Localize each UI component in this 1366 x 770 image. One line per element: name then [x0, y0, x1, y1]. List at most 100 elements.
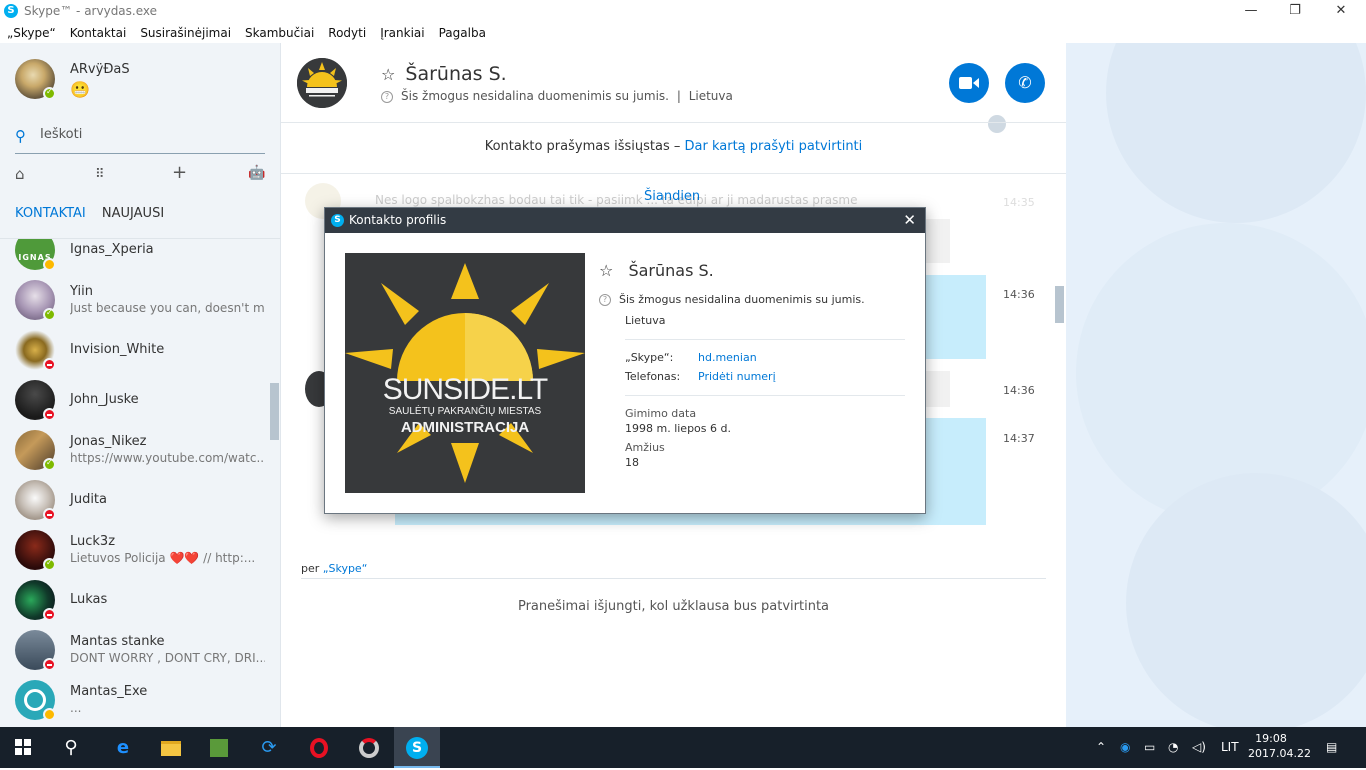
refresh-app-icon: ⟳	[261, 737, 277, 758]
folder-icon	[161, 740, 181, 756]
contact-avatar	[15, 580, 56, 621]
my-avatar[interactable]	[15, 59, 56, 100]
contact-name: Ignas_Xperia	[70, 242, 154, 257]
search-input[interactable]: Ieškoti	[40, 127, 82, 142]
menu-contacts[interactable]: Kontaktai	[70, 26, 127, 40]
my-mood[interactable]: 😬	[70, 80, 90, 99]
message-time: 14:36	[1003, 384, 1035, 397]
age-label: Amžius	[625, 441, 665, 454]
via-label: per	[301, 562, 320, 575]
chat-scrollbar[interactable]	[1055, 286, 1064, 323]
menu-view[interactable]: Rodyti	[328, 26, 366, 40]
opera-button[interactable]	[296, 727, 342, 768]
dialog-close-button[interactable]: ✕	[903, 208, 916, 233]
menu-calls[interactable]: Skambučiai	[245, 26, 314, 40]
contact-request-banner: Kontakto prašymas išsiųstas – Dar kartą …	[281, 139, 1066, 154]
tab-recent[interactable]: NAUJAUSI	[102, 206, 164, 221]
message-bubble	[926, 371, 950, 407]
windows-logo-icon	[15, 739, 31, 755]
via-skype: per „Skype“	[301, 562, 367, 575]
menu-conversations[interactable]: Susirašinėjimai	[140, 26, 231, 40]
birthdate-label: Gimimo data	[625, 407, 697, 420]
minimize-button[interactable]: —	[1228, 0, 1274, 22]
separator: |	[676, 89, 681, 103]
edge-button[interactable]: e	[100, 727, 146, 768]
app-button[interactable]	[346, 727, 392, 768]
start-button[interactable]	[0, 727, 46, 768]
wifi-icon[interactable]: ◔	[1168, 727, 1178, 768]
phone-icon: ✆	[1018, 73, 1032, 92]
battery-icon[interactable]: ▭	[1144, 727, 1155, 768]
notifications-disabled-notice: Pranešimai išjungti, kol užklausa bus pa…	[517, 599, 830, 614]
contact-item[interactable]: Judita	[0, 475, 270, 525]
menu-tools[interactable]: Įrankiai	[380, 26, 424, 40]
add-phone-link[interactable]: Pridėti numerį	[698, 370, 776, 383]
contact-list-scrollbar[interactable]	[270, 383, 279, 440]
search-box[interactable]: ⚲ Ieškoti	[15, 122, 265, 154]
search-taskbar-button[interactable]: ⚲	[48, 727, 94, 768]
search-icon: ⚲	[64, 737, 78, 758]
tray-app-icon[interactable]: ◉	[1120, 727, 1130, 768]
show-hidden-icons-button[interactable]: ⌃	[1096, 727, 1106, 768]
contact-avatar	[15, 480, 56, 521]
contact-item[interactable]: Jonas_Nikez https://www.youtube.com/watc…	[0, 425, 270, 475]
chat-contact-avatar[interactable]	[297, 58, 347, 108]
menu-skype[interactable]: „Skype“	[7, 26, 56, 40]
contact-item[interactable]: Mantas_Exe ...	[0, 675, 270, 725]
sunside-logo-icon	[297, 58, 347, 108]
language-indicator[interactable]: LIT	[1221, 727, 1239, 768]
tab-contacts[interactable]: KONTAKTAI	[15, 206, 86, 221]
home-icon[interactable]: ⌂	[15, 165, 25, 183]
logo-brand: SUNSIDE.LT	[382, 373, 548, 406]
contact-list: IGNAS Ignas_Xperia Yiin Just because you…	[0, 238, 281, 727]
skype-taskbar-button[interactable]: S	[394, 727, 440, 768]
via-skype-link[interactable]: „Skype“	[323, 562, 368, 575]
right-panel-background	[1066, 43, 1366, 727]
resend-request-link[interactable]: Dar kartą prašyti patvirtinti	[685, 139, 863, 154]
logo-line1: SAULĖTŲ PAKRANČIŲ MIESTAS	[388, 406, 542, 417]
favorite-star-icon[interactable]: ☆	[599, 261, 613, 280]
add-icon[interactable]: +	[172, 162, 187, 183]
contact-item[interactable]: Yiin Just because you can, doesn't me...	[0, 275, 270, 325]
bot-icon[interactable]: 🤖	[248, 165, 265, 181]
privacy-notice: Šis žmogus nesidalina duomenimis su jumi…	[401, 89, 669, 103]
restore-button[interactable]: ❐	[1272, 0, 1318, 22]
audio-call-button[interactable]: ✆	[1005, 63, 1045, 103]
contact-item[interactable]: Lukas	[0, 575, 270, 625]
app-button[interactable]: ⟳	[246, 727, 292, 768]
profile-name: Šarūnas S.	[628, 261, 714, 280]
taskbar: ⚲ e ⟳ S ⌃ ◉ ▭ ◔ ◁) LIT 19:08 2017.04.22 …	[0, 727, 1366, 768]
my-name[interactable]: ARvÿÐaS	[70, 62, 130, 77]
volume-icon[interactable]: ◁)	[1192, 727, 1206, 768]
clock[interactable]: 19:08 2017.04.22	[1248, 731, 1311, 761]
dialpad-icon[interactable]: ⠿	[95, 167, 105, 182]
explorer-button[interactable]	[148, 727, 194, 768]
skype-id-link[interactable]: hd.menian	[698, 351, 757, 364]
online-status-icon	[43, 308, 56, 321]
dnd-status-icon	[43, 508, 56, 521]
contact-item[interactable]: Invision_White	[0, 325, 270, 375]
contact-avatar	[15, 380, 56, 421]
contact-name: Judita	[70, 492, 108, 507]
video-camera-icon	[959, 77, 979, 89]
profile-header: ☆ Šarūnas S.	[599, 261, 714, 280]
app-button[interactable]	[196, 727, 242, 768]
contact-message: https://www.youtube.com/watc...	[70, 451, 265, 465]
menu-help[interactable]: Pagalba	[439, 26, 486, 40]
phone-label: Telefonas:	[625, 370, 681, 383]
contact-item[interactable]: John_Juske	[0, 375, 270, 425]
chat-contact-name[interactable]: Šarūnas S.	[405, 63, 506, 85]
message-time: 14:37	[1003, 432, 1035, 445]
close-button[interactable]: ✕	[1318, 0, 1364, 22]
away-status-icon	[43, 258, 56, 271]
dnd-status-icon	[43, 358, 56, 371]
contact-item[interactable]: Mantas stanke DONT WORRY , DONT CRY, DRI…	[0, 625, 270, 675]
contact-item[interactable]: Luck3z Lietuvos Policija ❤️❤️ // http:..…	[0, 525, 270, 575]
notifications-icon[interactable]: ▤	[1326, 727, 1337, 768]
contact-item[interactable]: IGNAS Ignas_Xperia	[0, 239, 270, 275]
profile-location: Lietuva	[625, 314, 666, 327]
video-call-button[interactable]	[949, 63, 989, 103]
favorite-star-icon[interactable]: ☆	[381, 65, 395, 84]
divider	[281, 173, 1066, 174]
sidebar: ARvÿÐaS 😬 ⚲ Ieškoti ⌂ ⠿ + 🤖 KONTAKTAI NA…	[0, 43, 281, 727]
